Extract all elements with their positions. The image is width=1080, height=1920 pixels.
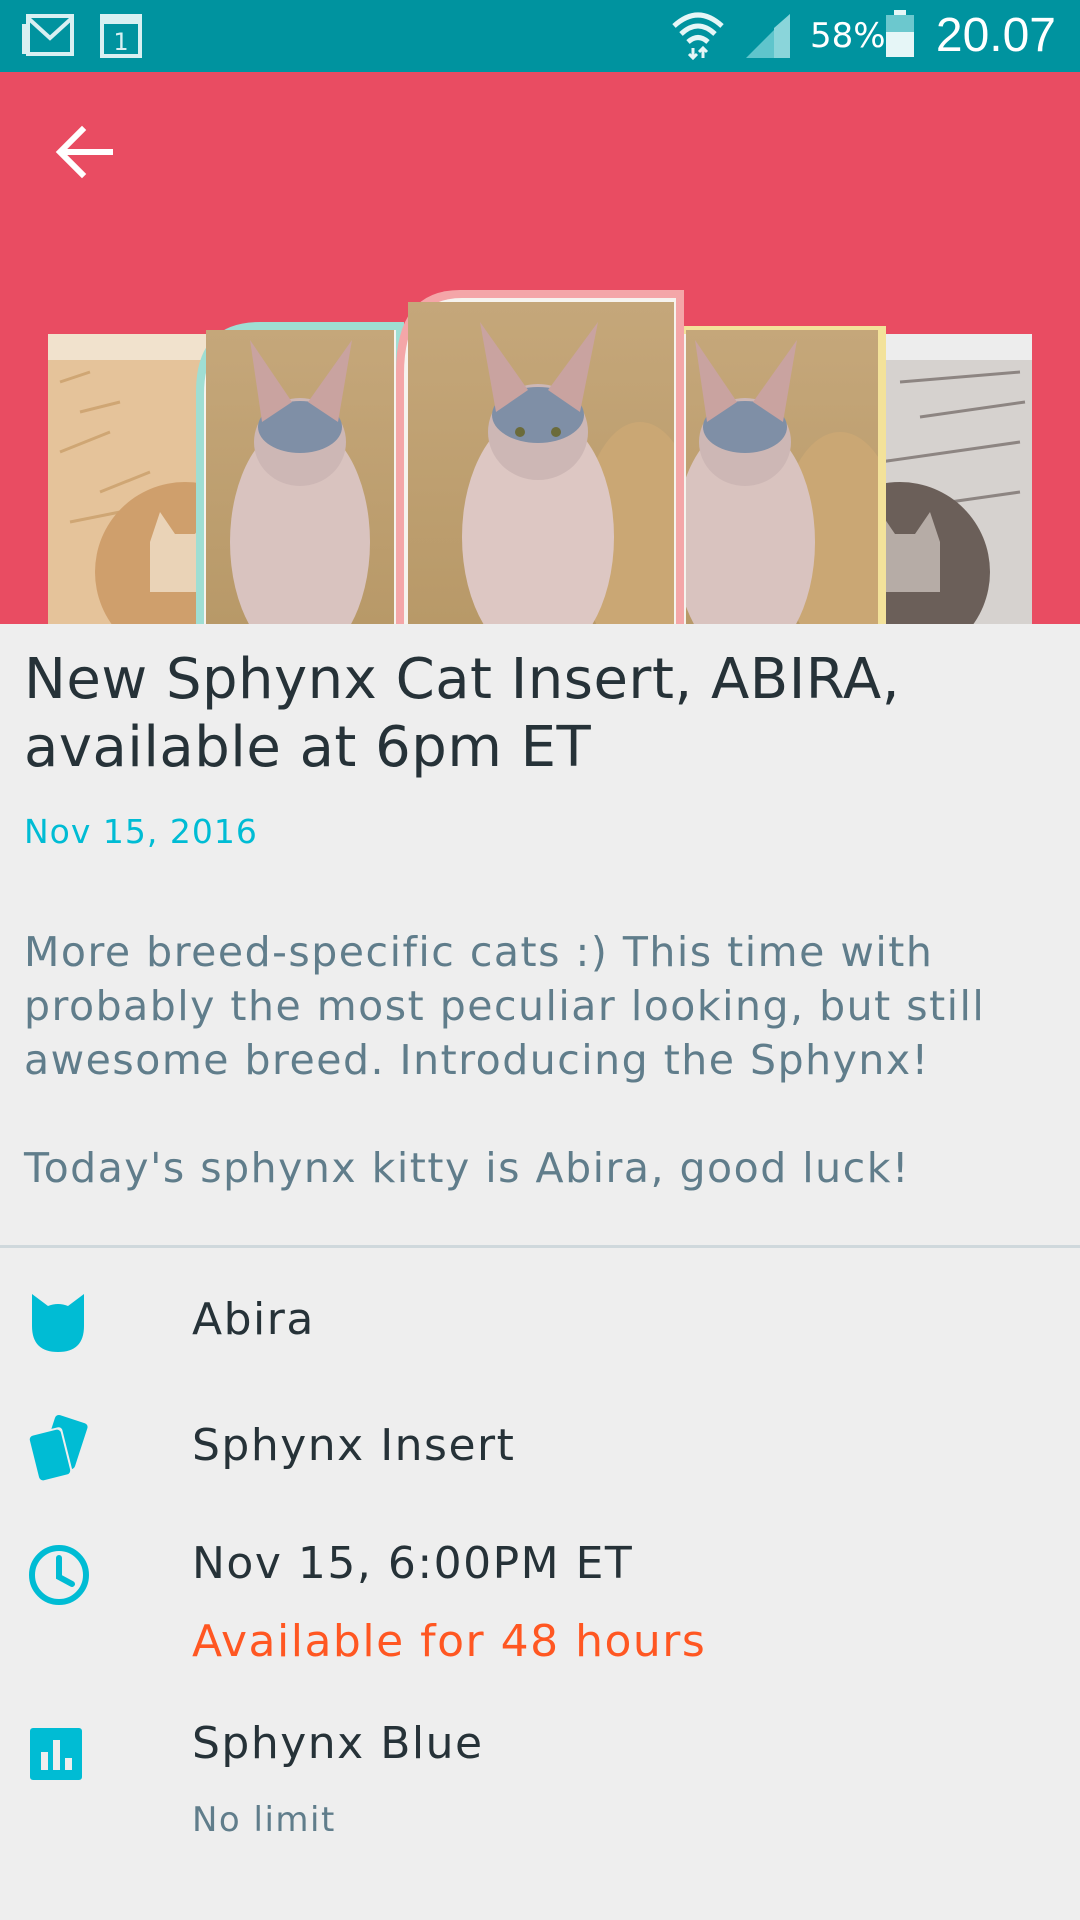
release-time: Nov 15, 6:00PM ET xyxy=(192,1538,634,1589)
article-title: New Sphynx Cat Insert, ABIRA, available … xyxy=(24,647,900,780)
battery-percent: 58% xyxy=(810,16,886,56)
back-arrow-icon[interactable] xyxy=(44,112,124,192)
article-paragraph: More breed-specific cats :) This time wi… xyxy=(24,928,986,1084)
insert-name: Sphynx Insert xyxy=(192,1420,516,1471)
battery-icon xyxy=(886,10,914,57)
wifi-icon xyxy=(672,12,724,60)
calendar-icon: 1 xyxy=(100,14,142,58)
availability-text: Available for 48 hours xyxy=(192,1616,707,1667)
hero-image xyxy=(48,290,1032,624)
bar-chart-icon xyxy=(30,1728,82,1780)
status-bar: 1 58% 20.07 xyxy=(0,0,1080,72)
clock-icon xyxy=(29,1545,89,1605)
hero-header xyxy=(0,72,1080,624)
svg-text:1: 1 xyxy=(113,28,128,56)
variant-name: Sphynx Blue xyxy=(192,1718,484,1769)
cat-head-icon xyxy=(32,1294,84,1352)
gmail-icon xyxy=(22,14,74,56)
cat-name: Abira xyxy=(192,1294,315,1345)
divider xyxy=(0,1245,1080,1248)
signal-icon xyxy=(746,14,790,58)
article-body: More breed-specific cats :) This time wi… xyxy=(24,925,1064,1249)
limit-text: No limit xyxy=(192,1800,336,1840)
cards-icon xyxy=(27,1414,88,1483)
article-date: Nov 15, 2016 xyxy=(24,812,258,851)
article-paragraph: Today's sphynx kitty is Abira, good luck… xyxy=(24,1144,910,1192)
clock-time: 20.07 xyxy=(935,9,1056,62)
